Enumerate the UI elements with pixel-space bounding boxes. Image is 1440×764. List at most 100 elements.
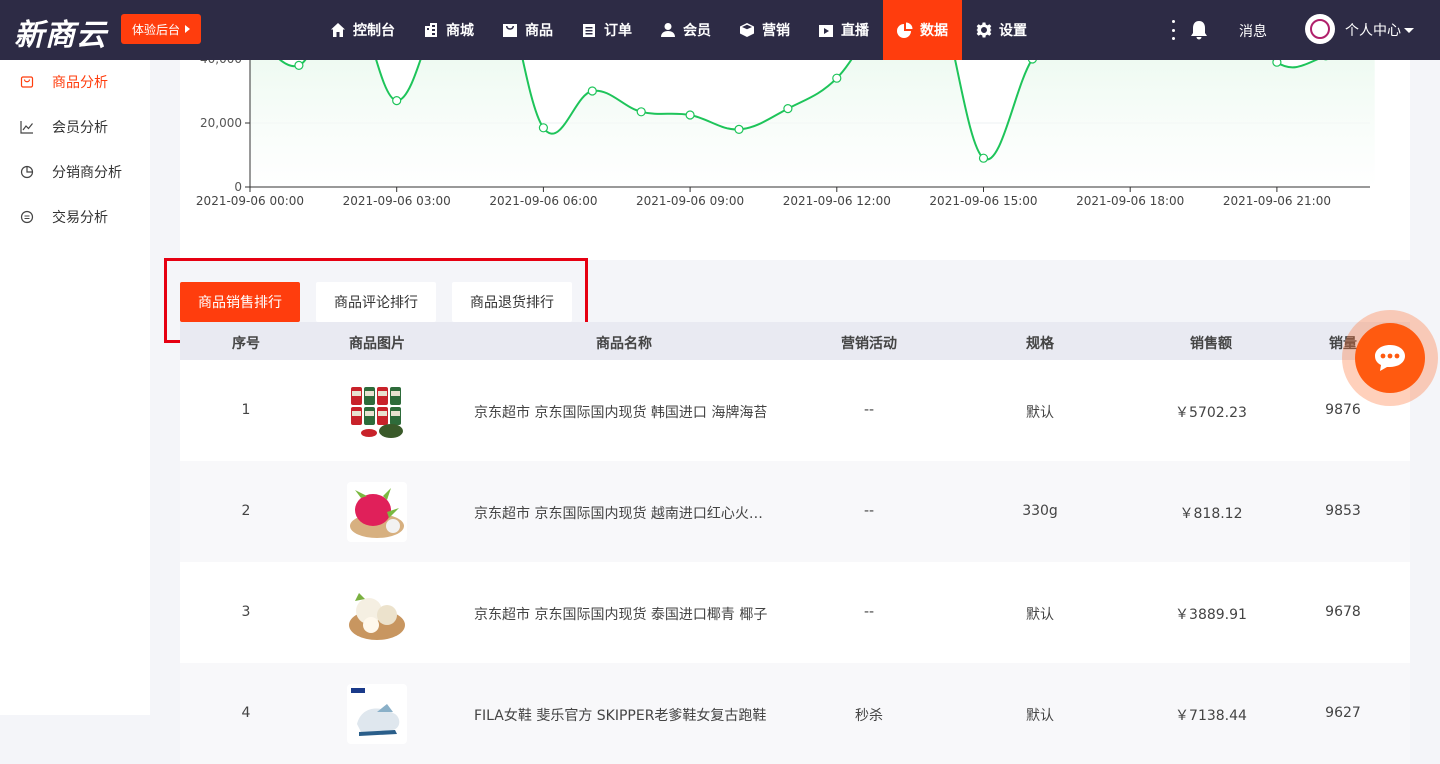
gear-icon [976, 22, 992, 38]
column-header: 商品图片 [349, 336, 405, 352]
sidebar-item-label: 商品分析 [52, 75, 108, 91]
marketing-activity: 秒杀 [855, 708, 883, 724]
clipboard-icon [583, 24, 595, 37]
table-body: 1 京东超市 京东国际国内现货 韩国进口 海牌海苔 -- 默认 ￥5702.23 9876… [180, 360, 1410, 764]
product-name[interactable]: 京东超市 京东国际国内现货 泰国进口椰青 椰子 [474, 604, 774, 624]
chart-card: 0 20,000 40,000 2021-09-06 00:00 2021-09-06 … [180, 60, 1410, 260]
product-thumbnail[interactable] [347, 684, 407, 744]
product-name[interactable]: FILA女鞋 斐乐官方 SKIPPER老爹鞋女复古跑鞋 [474, 705, 774, 725]
nav-item-play[interactable]: 直播 [804, 0, 883, 60]
nav-item-clipboard[interactable]: 订单 [567, 0, 646, 60]
data-point[interactable] [783, 103, 793, 114]
personal-center-menu[interactable]: 个人中心 [1345, 20, 1414, 40]
data-point[interactable] [587, 86, 597, 96]
tab-1[interactable]: 商品销售排行 [180, 282, 300, 322]
data-point[interactable] [294, 60, 304, 71]
nav-item-home[interactable]: 控制台 [316, 0, 409, 60]
building-icon [425, 23, 437, 37]
y-tick-label: 20,000 [200, 116, 242, 130]
column-header: 营销活动 [841, 336, 897, 352]
main-nav: 控制台 商城 商品 订单 会员 营销 直播 数据 设置 [316, 0, 1041, 60]
x-tick-label: 2021-09-06 09:00 [636, 194, 744, 208]
chat-bubble-icon [1375, 345, 1405, 371]
data-point[interactable] [392, 95, 402, 106]
caret-right-icon [185, 25, 190, 33]
top-nav-bar: 新商云 体验后台 控制台 商城 商品 订单 会员 营销 直播 数据 设置 消息 个人中心 [0, 0, 1440, 60]
pie-chart-icon [897, 22, 913, 38]
nav-item-gear[interactable]: 设置 [962, 0, 1041, 60]
sidebar-item-1[interactable]: 商品分析 [0, 60, 150, 104]
trial-backend-button[interactable]: 体验后台 [121, 14, 201, 44]
sales-amount: ￥3889.91 [1175, 607, 1247, 623]
row-index: 2 [241, 503, 251, 519]
y-tick-label: 0 [234, 180, 242, 194]
box-icon [740, 23, 754, 37]
coin-icon [20, 210, 34, 224]
data-point[interactable] [1272, 60, 1282, 67]
sales-quantity: 9853 [1325, 503, 1361, 519]
x-tick-label: 2021-09-06 18:00 [1076, 194, 1184, 208]
sidebar-item-label: 会员分析 [52, 120, 108, 136]
nav-item-user[interactable]: 会员 [646, 0, 725, 60]
more-menu-icon[interactable] [1167, 20, 1179, 40]
table-row[interactable]: 1 京东超市 京东国际国内现货 韩国进口 海牌海苔 -- 默认 ￥5702.23 9876 [180, 360, 1410, 461]
product-name[interactable]: 京东超市 京东国际国内现货 越南进口红心火龙果 [474, 503, 774, 523]
product-name[interactable]: 京东超市 京东国际国内现货 韩国进口 海牌海苔 [474, 402, 774, 422]
product-thumbnail[interactable] [347, 482, 407, 542]
nav-item-building[interactable]: 商城 [409, 0, 488, 60]
table-row[interactable]: 2 京东超市 京东国际国内现货 越南进口红心火龙果 -- 330g ￥818.12 985… [180, 461, 1410, 562]
messages-link[interactable]: 消息 [1239, 21, 1267, 41]
pie-icon [20, 165, 34, 179]
tab-2[interactable]: 商品评论排行 [316, 282, 436, 322]
row-index: 4 [241, 705, 251, 721]
nav-item-box[interactable]: 营销 [725, 0, 804, 60]
tab-3[interactable]: 商品退货排行 [452, 282, 572, 322]
data-point[interactable] [734, 124, 744, 135]
data-point[interactable] [538, 123, 548, 133]
column-header: 规格 [1026, 336, 1054, 352]
sales-amount: ￥5702.23 [1175, 405, 1247, 421]
bell-icon[interactable] [1190, 20, 1208, 40]
sales-quantity: 9678 [1325, 604, 1361, 620]
chat-float-button[interactable] [1342, 310, 1438, 406]
data-point[interactable] [636, 107, 646, 117]
x-tick-label: 2021-09-06 03:00 [343, 194, 451, 208]
sidebar-item-3[interactable]: 分销商分析 [0, 150, 150, 194]
home-icon [331, 23, 345, 37]
nav-item-label: 商品 [525, 23, 553, 39]
x-tick-label: 2021-09-06 12:00 [783, 194, 891, 208]
nav-item-pie-chart[interactable]: 数据 [883, 0, 962, 60]
sidebar-item-label: 交易分析 [52, 210, 108, 226]
marketing-activity: -- [863, 604, 875, 620]
caret-down-icon [1404, 27, 1414, 33]
nav-item-label: 商城 [446, 23, 474, 39]
sidebar-item-label: 分销商分析 [52, 165, 122, 181]
data-point[interactable] [832, 73, 842, 83]
trend-icon [20, 121, 33, 134]
nav-item-bag[interactable]: 商品 [488, 0, 567, 60]
personal-center-label: 个人中心 [1345, 23, 1401, 39]
sidebar-item-4[interactable]: 交易分析 [0, 195, 150, 239]
brand-logo[interactable]: 新商云 [14, 10, 107, 54]
sales-quantity: 9627 [1325, 705, 1361, 721]
product-spec: 默认 [1026, 607, 1054, 623]
product-thumbnail[interactable] [347, 381, 407, 441]
x-tick-label: 2021-09-06 21:00 [1223, 194, 1331, 208]
data-point[interactable] [685, 110, 695, 120]
nav-item-label: 设置 [999, 23, 1027, 39]
data-point[interactable] [978, 153, 989, 163]
table-row[interactable]: 4 FILA女鞋 斐乐官方 SKIPPER老爹鞋女复古跑鞋 秒杀 默认 ￥7138.44… [180, 663, 1410, 764]
sidebar: 商品分析会员分析分销商分析交易分析 [0, 60, 150, 715]
table-header: 序号 商品图片 商品名称 营销活动 规格 销售额 销量 [180, 322, 1410, 360]
product-thumbnail[interactable] [347, 583, 407, 643]
avatar[interactable] [1305, 14, 1335, 44]
nav-item-label: 订单 [604, 23, 632, 39]
table-row[interactable]: 3 京东超市 京东国际国内现货 泰国进口椰青 椰子 -- 默认 ￥3889.91 9678 [180, 562, 1410, 663]
column-header: 序号 [232, 336, 260, 352]
marketing-activity: -- [863, 503, 875, 519]
sidebar-item-2[interactable]: 会员分析 [0, 105, 150, 149]
data-point[interactable] [1027, 60, 1037, 64]
trial-backend-label: 体验后台 [131, 22, 180, 37]
column-header: 销售额 [1190, 336, 1232, 352]
product-spec: 330g [1022, 503, 1058, 519]
